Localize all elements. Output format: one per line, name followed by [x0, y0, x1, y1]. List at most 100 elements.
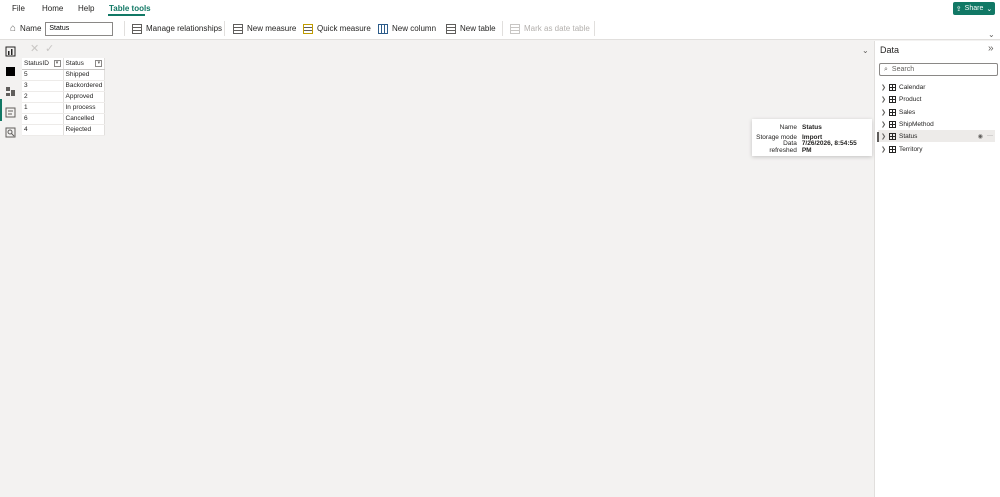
menu-bar: File Home Help Table tools ⇪ Share ⌄	[0, 0, 1000, 17]
table-name: Calendar	[899, 83, 926, 91]
manage-relationships-button[interactable]: Manage relationships	[132, 17, 222, 40]
new-column-button[interactable]: New column	[378, 17, 436, 40]
new-column-label: New column	[392, 24, 437, 33]
active-tab-indicator	[108, 14, 145, 16]
menu-home[interactable]: Home	[42, 4, 63, 13]
field-list-table-shipmethod[interactable]: ❯ ShipMethod	[881, 118, 998, 130]
quick-measure-label: Quick measure	[317, 24, 371, 33]
cell-status[interactable]: Cancelled	[63, 113, 106, 125]
date-table-icon	[510, 23, 520, 34]
table-name: Territory	[899, 145, 923, 153]
cell-status[interactable]: Shipped	[63, 69, 106, 81]
more-options-icon[interactable]: ···	[987, 133, 993, 140]
new-measure-label: New measure	[247, 24, 297, 33]
commit-formula-icon[interactable]: ✓	[45, 42, 54, 55]
cell-status[interactable]: Rejected	[63, 124, 106, 136]
collapse-pane-icon[interactable]: »	[988, 43, 994, 54]
table-name-input[interactable]	[45, 21, 114, 36]
ribbon-divider	[594, 21, 595, 36]
chevron-down-icon: ⌄	[986, 5, 993, 13]
share-icon: ⇪	[955, 5, 962, 13]
cell-statusid[interactable]: 6	[22, 113, 64, 125]
name-label: Name	[20, 24, 42, 33]
chevron-right-icon[interactable]: ❯	[881, 121, 886, 128]
ribbon-divider	[124, 21, 125, 36]
data-grid: StatusID ▾ Status ▾ 5 Shipped 3 Backordered …	[22, 58, 106, 136]
field-list-table-territory[interactable]: ❯ Territory	[881, 143, 998, 155]
report-view-icon[interactable]	[5, 46, 16, 57]
ribbon-divider	[224, 21, 225, 36]
visibility-icon[interactable]: ◉	[978, 133, 983, 140]
column-header-label: StatusID	[24, 59, 49, 67]
data-pane: Data » ⌕ Search ❯ Calendar ❯ Product ❯ Sale…	[874, 41, 1000, 497]
table-info-tooltip: Name Status Storage mode Import Data refre…	[752, 119, 872, 156]
ribbon-divider	[502, 21, 503, 36]
field-list-table-calendar[interactable]: ❯ Calendar	[881, 81, 998, 93]
table-icon	[889, 132, 896, 140]
new-measure-button[interactable]: New measure	[233, 17, 296, 40]
mark-as-date-table-button[interactable]: Mark as date table	[510, 17, 590, 40]
table-row[interactable]: 1 In process	[22, 102, 106, 114]
chevron-right-icon[interactable]: ❯	[881, 109, 886, 116]
cell-statusid[interactable]: 3	[22, 80, 64, 92]
new-table-button[interactable]: New table	[446, 17, 496, 40]
field-list-table-status[interactable]: ❯ Status ◉ ···	[878, 130, 995, 142]
table-row[interactable]: 6 Cancelled	[22, 113, 106, 125]
table-row[interactable]: 2 Approved	[22, 91, 106, 103]
field-list-table-sales[interactable]: ❯ Sales	[881, 106, 998, 118]
chevron-right-icon[interactable]: ❯	[881, 146, 886, 153]
pane-resize-handle[interactable]	[877, 132, 879, 142]
menu-table-tools[interactable]: Table tools	[109, 4, 151, 13]
table-name: Status	[899, 132, 918, 140]
menu-help[interactable]: Help	[78, 4, 94, 13]
filter-dropdown-icon[interactable]: ▾	[53, 59, 61, 67]
table-icon	[889, 95, 896, 103]
tooltip-name-label: Name	[779, 123, 797, 131]
share-button[interactable]: ⇪ Share ⌄	[953, 2, 995, 15]
table-name: Product	[899, 95, 922, 103]
column-icon	[378, 23, 388, 34]
cell-statusid[interactable]: 2	[22, 91, 64, 103]
table-icon	[889, 120, 896, 128]
quick-measure-button[interactable]: Quick measure	[303, 17, 371, 40]
column-header-status[interactable]: Status ▾	[63, 58, 106, 70]
cell-statusid[interactable]: 5	[22, 69, 64, 81]
cancel-formula-icon[interactable]: ✕	[30, 42, 39, 55]
cell-status[interactable]: In process	[63, 102, 106, 114]
manage-relationships-label: Manage relationships	[146, 24, 223, 33]
cell-status[interactable]: Approved	[63, 91, 106, 103]
filter-dropdown-icon[interactable]: ▾	[95, 59, 103, 67]
cell-status[interactable]: Backordered	[63, 80, 106, 92]
name-group: ⌂ Name	[10, 17, 114, 40]
field-list-table-product[interactable]: ❯ Product	[881, 93, 998, 105]
cell-statusid[interactable]: 1	[22, 102, 64, 114]
calculator-icon	[233, 23, 243, 34]
table-view-canvas	[21, 41, 874, 497]
chevron-right-icon[interactable]: ❯	[881, 84, 886, 91]
query-view-icon[interactable]	[5, 127, 16, 138]
chevron-right-icon[interactable]: ❯	[881, 133, 886, 140]
ribbon-collapse-chevron-icon[interactable]: ⌄	[988, 30, 995, 39]
table-row[interactable]: 5 Shipped	[22, 69, 106, 81]
mark-as-date-table-label: Mark as date table	[524, 24, 590, 33]
table-view-icon[interactable]	[5, 66, 16, 77]
ribbon: ⌂ Name Manage relationships New measure …	[0, 17, 1000, 40]
formula-expand-chevron-icon[interactable]: ⌄	[862, 46, 869, 55]
menu-file[interactable]: File	[12, 4, 25, 13]
table-row[interactable]: 4 Rejected	[22, 124, 106, 136]
new-table-label: New table	[460, 24, 496, 33]
cell-statusid[interactable]: 4	[22, 124, 64, 136]
tooltip-refreshed-value: 7/26/2026, 8:54:55 PM	[801, 140, 857, 154]
tag-icon: ⌂	[10, 23, 17, 34]
search-placeholder: Search	[891, 66, 915, 73]
table-icon	[446, 23, 456, 34]
table-row[interactable]: 3 Backordered	[22, 80, 106, 92]
search-icon: ⌕	[884, 65, 888, 73]
model-view-icon[interactable]	[5, 86, 16, 97]
tooltip-refreshed-label: Data refreshed	[769, 140, 797, 154]
share-label: Share	[964, 5, 984, 12]
column-header-statusid[interactable]: StatusID ▾	[22, 58, 64, 70]
data-search-input[interactable]: ⌕ Search	[879, 63, 998, 76]
dax-query-view-icon[interactable]	[5, 107, 16, 118]
chevron-right-icon[interactable]: ❯	[881, 96, 886, 103]
